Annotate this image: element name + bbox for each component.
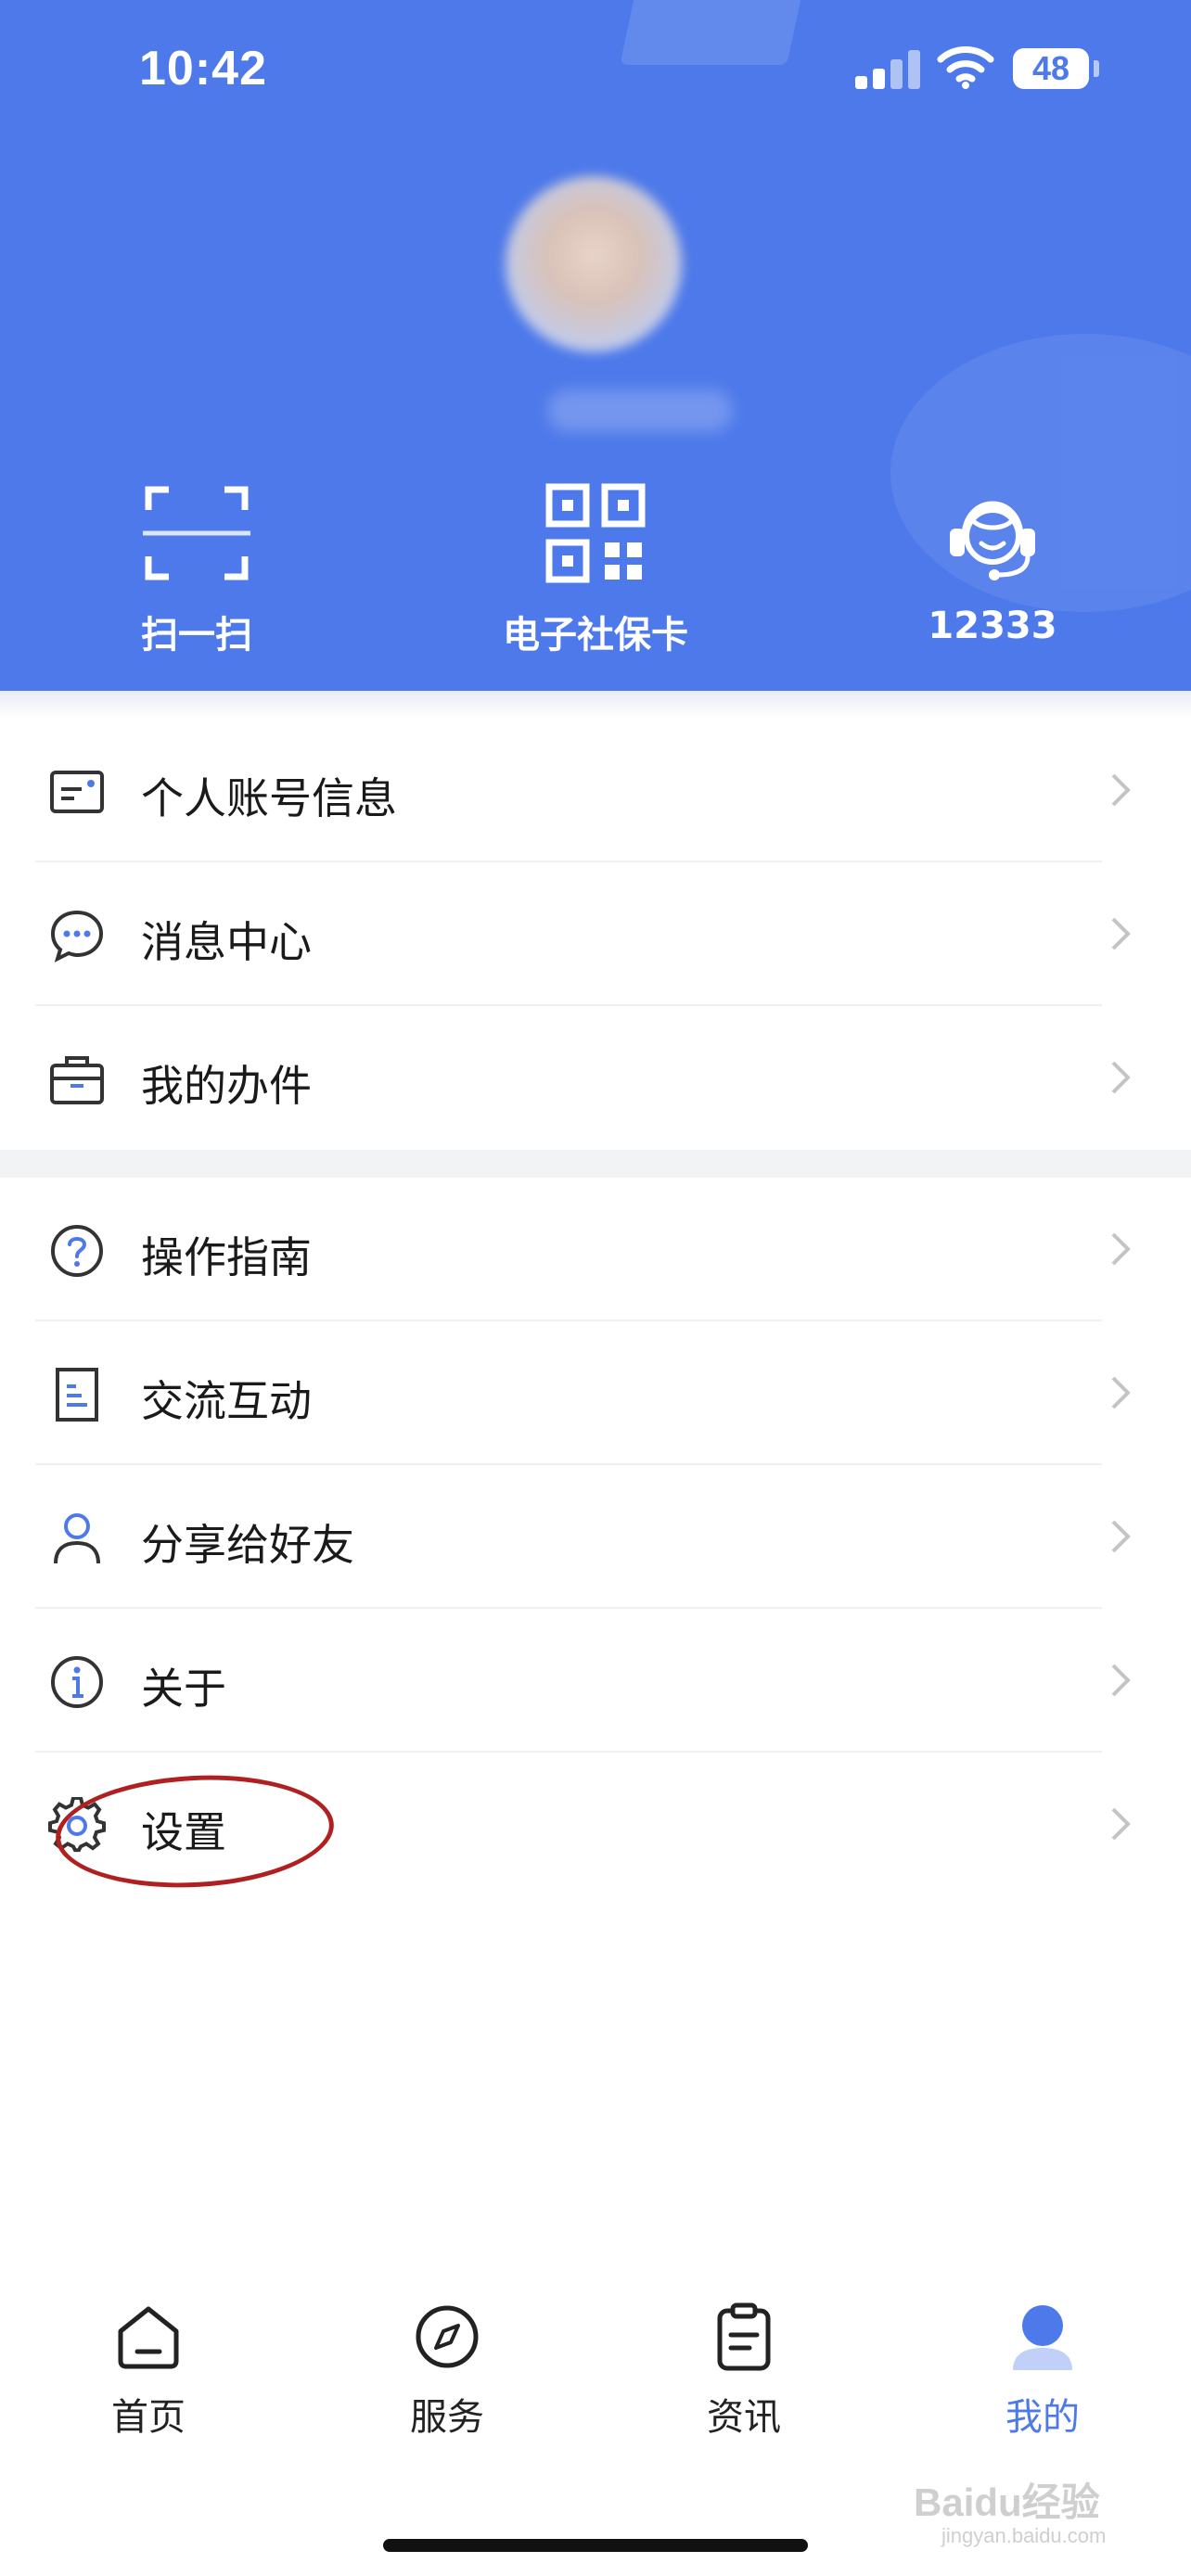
question-icon xyxy=(51,1225,103,1277)
tab-label: 我的 xyxy=(1005,2396,1080,2439)
menu-label: 交流互动 xyxy=(141,1376,312,1426)
section-gap xyxy=(0,1150,1191,1178)
scan-icon xyxy=(143,486,250,580)
menu-item-interaction[interactable]: 交流互动 xyxy=(0,1321,1191,1465)
tab-news[interactable]: 资讯 xyxy=(651,2300,837,2441)
compass-icon xyxy=(416,2305,479,2368)
document-icon xyxy=(56,1368,98,1422)
menu-item-message-center[interactable]: 消息中心 xyxy=(0,862,1191,1006)
cellular-signal-icon xyxy=(855,48,920,89)
tab-home[interactable]: 首页 xyxy=(56,2300,241,2441)
social-security-card-label: 电子社保卡 xyxy=(503,614,688,657)
menu-label: 个人账号信息 xyxy=(141,773,397,823)
status-bar: 10:42 48 xyxy=(0,0,1191,139)
menu-item-my-affairs[interactable]: 我的办件 xyxy=(0,1006,1191,1150)
menu-label: 关于 xyxy=(141,1664,226,1714)
menu-item-about[interactable]: 关于 xyxy=(0,1609,1191,1753)
menu-item-share[interactable]: 分享给好友 xyxy=(0,1465,1191,1609)
hotline-button[interactable]: 12333 xyxy=(853,482,1132,647)
chevron-right-icon xyxy=(1111,1664,1131,1697)
chevron-right-icon xyxy=(1111,1520,1131,1553)
chevron-right-icon xyxy=(1111,1232,1131,1266)
watermark-url: jingyan.baidu.com xyxy=(941,2524,1107,2547)
menu-label: 操作指南 xyxy=(141,1232,312,1282)
qr-code-icon xyxy=(545,483,646,583)
username-blurred xyxy=(547,389,733,432)
scan-label: 扫一扫 xyxy=(141,614,252,657)
chevron-right-icon xyxy=(1111,773,1131,807)
tab-mine[interactable]: 我的 xyxy=(950,2300,1135,2441)
chevron-right-icon xyxy=(1111,917,1131,950)
tab-label: 服务 xyxy=(410,2396,484,2439)
tab-label: 资讯 xyxy=(707,2396,781,2439)
scan-button[interactable]: 扫一扫 xyxy=(58,482,336,658)
watermark-brand: Baidu经验 xyxy=(914,2480,1100,2524)
chevron-right-icon xyxy=(1111,1061,1131,1094)
hotline-label: 12333 xyxy=(928,605,1057,647)
user-icon xyxy=(54,1513,100,1564)
message-icon xyxy=(50,910,104,963)
menu-label: 我的办件 xyxy=(141,1061,312,1111)
clipboard-icon xyxy=(717,2302,771,2371)
tab-services[interactable]: 服务 xyxy=(354,2300,540,2441)
menu-item-guide[interactable]: 操作指南 xyxy=(0,1178,1191,1321)
watermark: Baidu经验 jingyan.baidu.com xyxy=(914,2471,1106,2548)
panel-top-shadow xyxy=(0,691,1191,719)
social-security-card-button[interactable]: 电子社保卡 xyxy=(456,482,735,658)
battery-tip xyxy=(1094,60,1099,77)
menu-label: 消息中心 xyxy=(141,917,312,967)
avatar[interactable] xyxy=(506,176,682,352)
chevron-right-icon xyxy=(1111,1376,1131,1409)
home-indicator[interactable] xyxy=(383,2539,808,2552)
headset-icon xyxy=(950,501,1035,580)
info-icon xyxy=(51,1656,103,1708)
menu-label: 分享给好友 xyxy=(141,1520,354,1570)
bottom-tab-bar: 首页 服务 资讯 我的 xyxy=(0,2300,1191,2485)
battery-level: 48 xyxy=(1013,48,1089,89)
profile-header: 10:42 48 扫一扫 电子社保卡 12333 xyxy=(0,0,1191,691)
id-card-icon xyxy=(50,771,104,813)
status-time: 10:42 xyxy=(139,42,267,96)
profile-icon xyxy=(1013,2305,1072,2370)
tab-label: 首页 xyxy=(111,2396,186,2439)
menu-item-account-info[interactable]: 个人账号信息 xyxy=(0,719,1191,862)
wifi-icon xyxy=(937,46,994,89)
briefcase-icon xyxy=(50,1056,104,1104)
home-icon xyxy=(118,2306,179,2369)
chevron-right-icon xyxy=(1111,1807,1131,1841)
